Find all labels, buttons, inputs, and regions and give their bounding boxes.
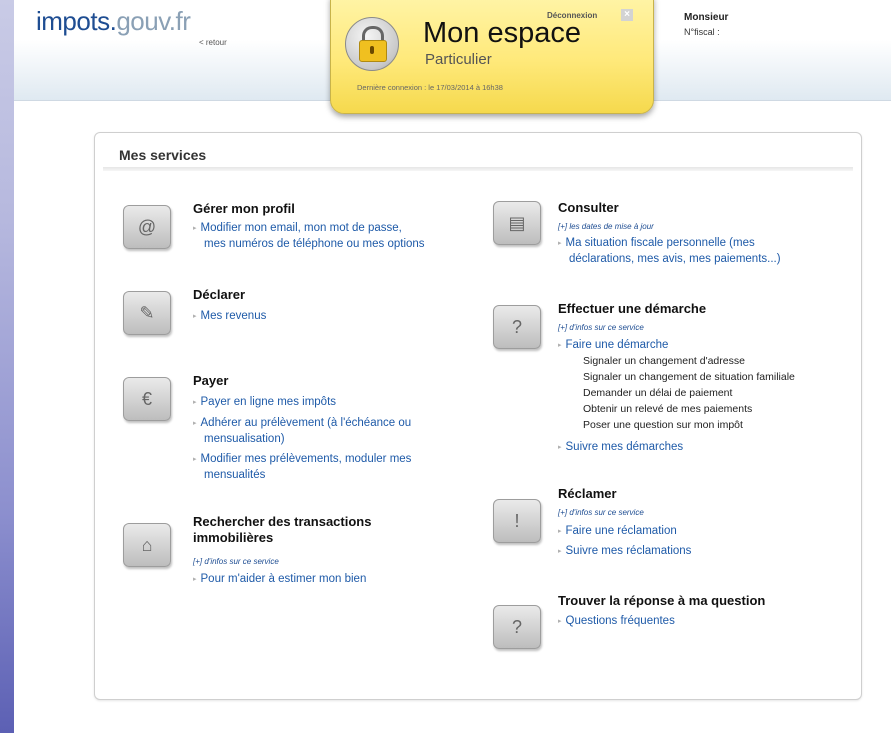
- faire-demarche-link[interactable]: ▸ Faire une démarche: [558, 338, 668, 354]
- pay-icon[interactable]: €: [123, 377, 171, 421]
- triangle-icon: ▸: [193, 456, 197, 463]
- close-icon[interactable]: ×: [621, 9, 633, 21]
- demarche-icon[interactable]: ?: [493, 305, 541, 349]
- question-title[interactable]: Trouver la réponse à ma question: [558, 593, 765, 609]
- demarche-sub-delai[interactable]: Demander un délai de paiement: [583, 387, 732, 399]
- triangle-icon: ▸: [558, 444, 562, 451]
- estimer-bien-link[interactable]: ▸ Pour m'aider à estimer mon bien: [193, 572, 366, 588]
- services-divider: [103, 167, 853, 171]
- left-background-strip: [0, 0, 14, 733]
- demarche-sub-releve[interactable]: Obtenir un relevé de mes paiements: [583, 403, 752, 415]
- modifier-profil-link[interactable]: ▸ Modifier mon email, mon mot de passe, m…: [193, 221, 425, 251]
- gerer-profil-title[interactable]: Gérer mon profil: [193, 201, 295, 217]
- question-icon[interactable]: ?: [493, 605, 541, 649]
- triangle-icon: ▸: [558, 342, 562, 349]
- triangle-icon: ▸: [193, 313, 197, 320]
- transactions-title[interactable]: Rechercher des transactions immobilières: [193, 514, 371, 546]
- transactions-info-link[interactable]: [+] d'infos sur ce service: [193, 557, 279, 566]
- profile-icon[interactable]: @: [123, 205, 171, 249]
- demarche-sub-question[interactable]: Poser une question sur mon impôt: [583, 419, 743, 431]
- suivre-demarches-link[interactable]: ▸ Suivre mes démarches: [558, 440, 683, 456]
- faire-reclamation-link[interactable]: ▸ Faire une réclamation: [558, 524, 677, 540]
- modifier-prelevements-link[interactable]: ▸ Modifier mes prélèvements, moduler mes …: [193, 452, 411, 482]
- services-title: Mes services: [119, 147, 207, 163]
- mes-revenus-link[interactable]: ▸ Mes revenus: [193, 309, 266, 325]
- reclamer-icon[interactable]: !: [493, 499, 541, 543]
- last-connection: Dernière connexion : le 17/03/2014 à 16h…: [357, 83, 503, 92]
- services-panel: Mes services @ Gérer mon profil ▸ Modifie…: [94, 132, 862, 700]
- user-fiscal-number: N°fiscal :: [684, 27, 720, 37]
- house-icon[interactable]: ⌂: [123, 523, 171, 567]
- user-title: Monsieur: [684, 12, 729, 23]
- logo-part2: gouv.fr: [116, 6, 191, 36]
- triangle-icon: ▸: [558, 548, 562, 555]
- triangle-icon: ▸: [193, 399, 197, 406]
- payer-en-ligne-link[interactable]: ▸ Payer en ligne mes impôts: [193, 395, 336, 411]
- triangle-icon: ▸: [558, 528, 562, 535]
- mon-espace-panel: Déconnexion × Mon espace Particulier Der…: [330, 0, 654, 114]
- retour-link[interactable]: < retour: [199, 38, 227, 47]
- declarer-title[interactable]: Déclarer: [193, 287, 245, 303]
- page-title: Mon espace: [423, 17, 581, 49]
- consult-icon[interactable]: ▤: [493, 201, 541, 245]
- questions-frequentes-link[interactable]: ▸ Questions fréquentes: [558, 614, 675, 630]
- consulter-title[interactable]: Consulter: [558, 200, 619, 216]
- demarche-sub-adresse[interactable]: Signaler un changement d'adresse: [583, 355, 745, 367]
- situation-fiscale-link[interactable]: ▸ Ma situation fiscale personnelle (mes d…: [558, 236, 781, 266]
- triangle-icon: ▸: [558, 618, 562, 625]
- lock-icon: [345, 17, 399, 71]
- demarche-info-link[interactable]: [+] d'infos sur ce service: [558, 323, 644, 332]
- consulter-info-link[interactable]: [+] les dates de mise à jour: [558, 222, 654, 231]
- page-subtitle: Particulier: [425, 51, 492, 68]
- reclamer-title[interactable]: Réclamer: [558, 486, 617, 502]
- demarche-sub-situation[interactable]: Signaler un changement de situation fami…: [583, 371, 795, 383]
- payer-title[interactable]: Payer: [193, 373, 228, 389]
- suivre-reclamations-link[interactable]: ▸ Suivre mes réclamations: [558, 544, 691, 560]
- logo-part1: impots.: [36, 6, 117, 36]
- triangle-icon: ▸: [193, 420, 197, 427]
- triangle-icon: ▸: [193, 225, 197, 232]
- triangle-icon: ▸: [558, 240, 562, 247]
- demarche-title[interactable]: Effectuer une démarche: [558, 301, 706, 317]
- site-logo[interactable]: impots.gouv.fr: [36, 6, 191, 37]
- adherer-prelevement-link[interactable]: ▸ Adhérer au prélèvement (à l'échéance ou…: [193, 416, 411, 446]
- triangle-icon: ▸: [193, 576, 197, 583]
- reclamer-info-link[interactable]: [+] d'infos sur ce service: [558, 508, 644, 517]
- declare-icon[interactable]: ✎: [123, 291, 171, 335]
